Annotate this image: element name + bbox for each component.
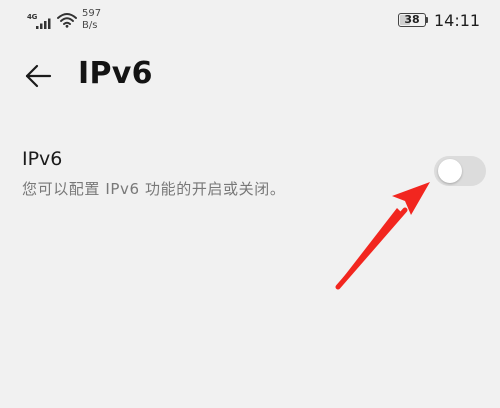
setting-title: IPv6: [22, 148, 63, 170]
ipv6-toggle[interactable]: [434, 156, 486, 186]
net-speed-value: 597: [82, 8, 102, 19]
arrow-shaft: [335, 208, 402, 288]
wifi-icon: [57, 12, 77, 32]
clock: 14:11: [434, 11, 481, 30]
battery-level: 38: [404, 13, 420, 26]
net-speed-unit: B/s: [82, 20, 98, 31]
back-button[interactable]: [20, 58, 56, 94]
ipv6-setting-row[interactable]: IPv6 您可以配置 IPv6 功能的开启或关闭。: [0, 138, 500, 208]
page-title: IPv6: [78, 56, 153, 91]
setting-description: 您可以配置 IPv6 功能的开启或关闭。: [22, 180, 286, 198]
status-bar: 4G 597 B/s 38 14:11: [0, 0, 500, 40]
battery-icon: 38: [398, 13, 426, 27]
signal-icon: [36, 14, 54, 33]
net-speed: 597 B/s: [82, 8, 101, 32]
toggle-knob: [438, 159, 462, 183]
arrow-line: [335, 207, 408, 290]
battery-cap: [426, 17, 428, 23]
arrow-left-icon: [25, 64, 52, 88]
